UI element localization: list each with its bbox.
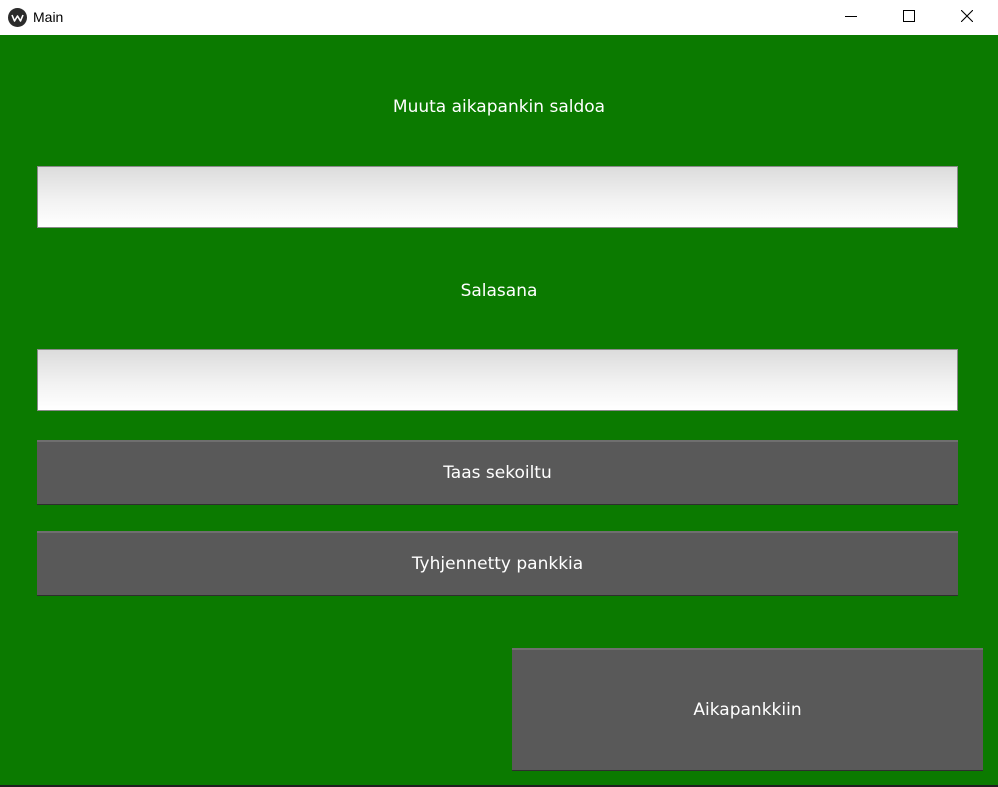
password-label: Salasana	[460, 281, 538, 301]
main-screen: Muuta aikapankin saldoa Salasana Taas se…	[0, 35, 998, 785]
to-time-bank-button[interactable]: Aikapankkiin	[512, 648, 983, 770]
balance-label: Muuta aikapankin saldoa	[392, 97, 606, 117]
close-button[interactable]	[938, 0, 996, 35]
shuffle-button[interactable]: Taas sekoiltu	[37, 440, 958, 504]
minimize-icon	[845, 9, 857, 27]
maximize-button[interactable]	[880, 0, 938, 35]
clear-bank-button[interactable]: Tyhjennetty pankkia	[37, 531, 958, 595]
balance-input[interactable]	[37, 166, 958, 228]
window-title: Main	[33, 9, 64, 25]
password-input[interactable]	[37, 349, 958, 411]
app-window: Main Muuta aikapankin saldoa Salasana Ta…	[0, 0, 998, 787]
close-icon	[960, 9, 974, 27]
maximize-icon	[903, 9, 915, 27]
minimize-button[interactable]	[822, 0, 880, 35]
title-bar[interactable]: Main	[0, 0, 998, 35]
kivy-logo-icon	[8, 8, 27, 27]
